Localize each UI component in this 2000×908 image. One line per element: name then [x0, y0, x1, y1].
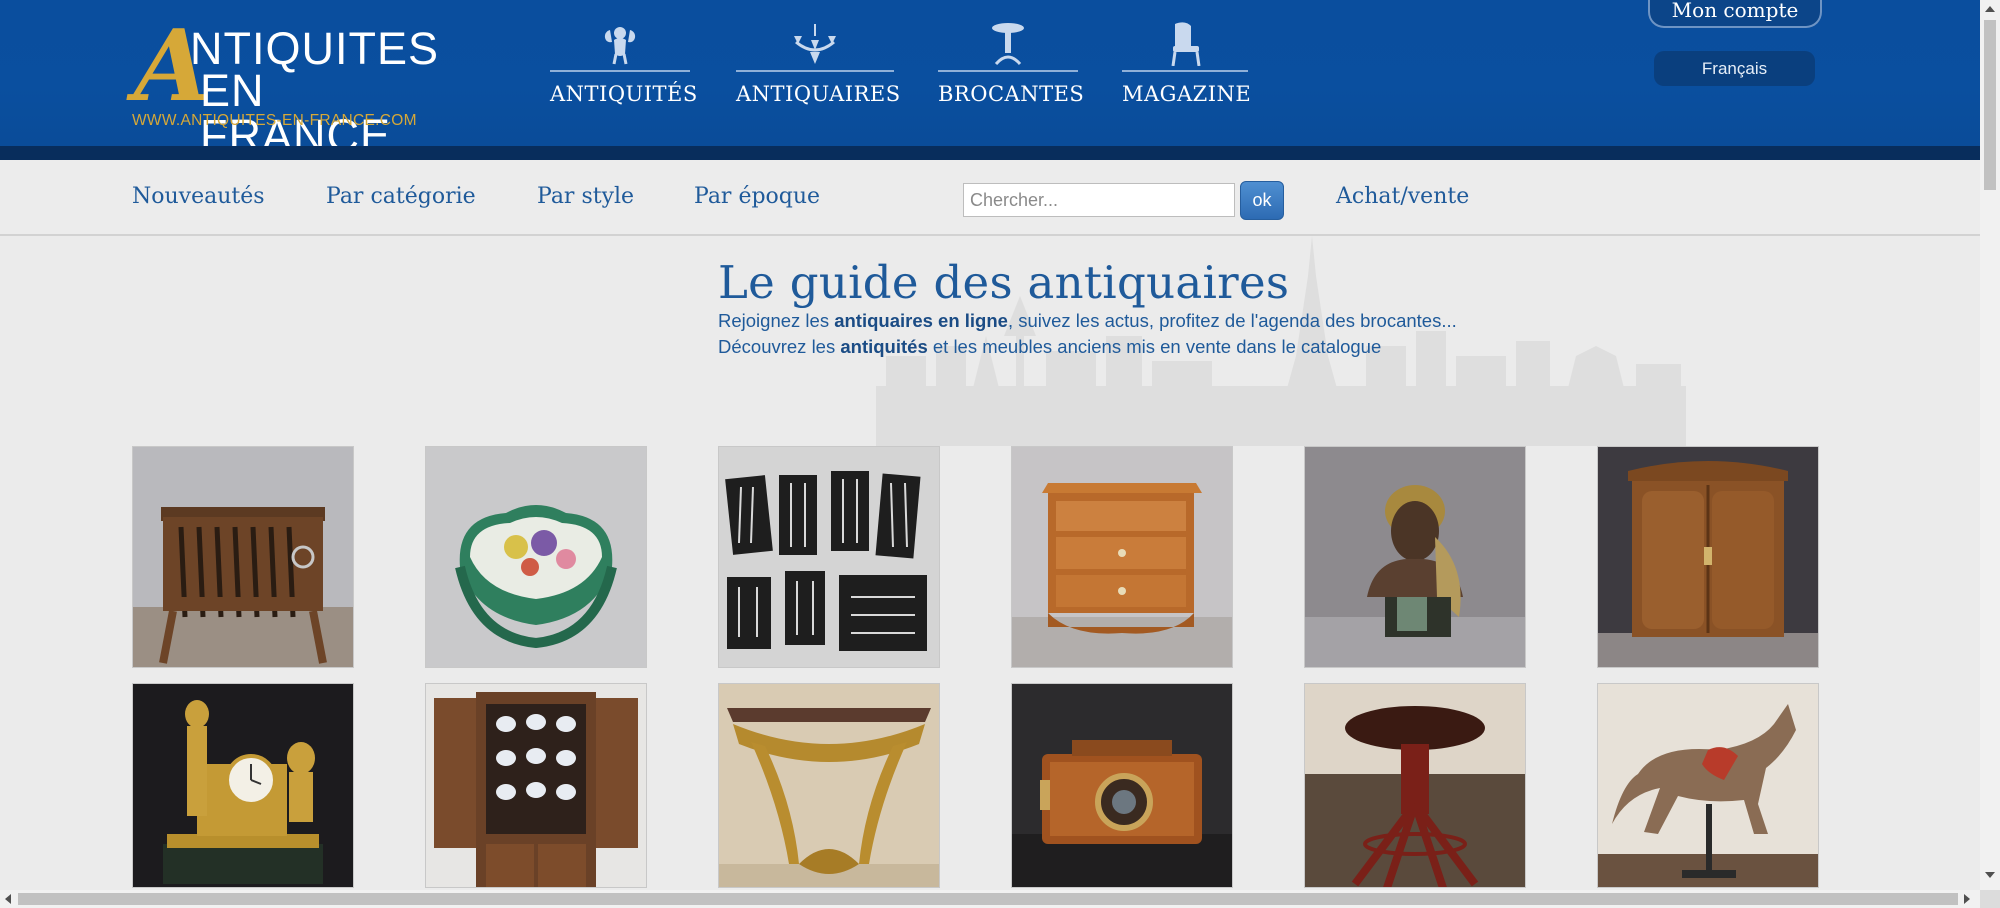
nav-divider — [550, 70, 690, 72]
product-thumbnail-gun-rack[interactable] — [132, 446, 354, 668]
product-thumbnail-camera[interactable] — [1011, 683, 1233, 888]
vertical-scroll-thumb[interactable] — [1984, 20, 1996, 190]
product-thumbnail-small-chest[interactable] — [1011, 446, 1233, 668]
product-thumbnail-console[interactable] — [718, 683, 940, 888]
bust-sculpture-image — [1305, 447, 1525, 667]
bronze-clock-image — [133, 684, 353, 887]
main-nav-label: MAGAZINE — [1122, 82, 1252, 106]
cherub-icon — [604, 27, 636, 65]
scroll-right-icon[interactable] — [1964, 894, 1970, 904]
nav-divider — [938, 70, 1078, 72]
main-nav-magazine[interactable]: MAGAZINE — [1122, 22, 1252, 112]
product-thumbnail-carousel-horse[interactable] — [1597, 683, 1819, 888]
main-nav-label: BROCANTES — [938, 82, 1085, 106]
hero-text: et les meubles anciens mis en vente dans… — [927, 336, 1382, 357]
main-nav-antiquites[interactable]: ANTIQUITÉS — [550, 22, 698, 112]
small-chest-image — [1012, 447, 1232, 667]
site-logo[interactable]: A NTIQUITES EN FRANCE WWW.ANTIQUITES-EN-… — [130, 18, 440, 159]
sub-nav-par-epoque[interactable]: Par époque — [694, 184, 820, 209]
scrollbar-corner — [1980, 890, 2000, 908]
product-thumbnail-silverware[interactable] — [718, 446, 940, 668]
language-selector[interactable]: Français — [1654, 51, 1815, 86]
dresser-cabinet-image — [426, 684, 646, 887]
porcelain-box-image — [426, 447, 646, 667]
scroll-left-icon[interactable] — [5, 894, 11, 904]
sub-nav-achat-vente[interactable]: Achat/vente — [1336, 184, 1469, 209]
hero-text: , suivez les actus, profitez de l'agenda… — [1007, 310, 1457, 331]
hero-text: Découvrez les — [718, 336, 841, 357]
page-title: Le guide des antiquaires — [718, 256, 1290, 309]
horizontal-scrollbar[interactable] — [0, 890, 1980, 908]
logo-url: WWW.ANTIQUITES-EN-FRANCE.COM — [132, 112, 417, 129]
sub-nav-par-style[interactable]: Par style — [537, 184, 634, 209]
site-header: A NTIQUITES EN FRANCE WWW.ANTIQUITES-EN-… — [0, 0, 1980, 160]
silverware-set-image — [719, 447, 939, 667]
account-button[interactable]: Mon compte — [1648, 0, 1822, 28]
main-nav-label: ANTIQUITÉS — [550, 82, 698, 106]
walnut-armoire-image — [1598, 447, 1818, 667]
main-nav-brocantes[interactable]: BROCANTES — [938, 22, 1085, 112]
product-thumbnail-armoire[interactable] — [1597, 446, 1819, 668]
gilt-console-image — [719, 684, 939, 887]
nav-divider — [736, 70, 894, 72]
scroll-up-icon[interactable] — [1985, 6, 1995, 12]
vertical-scrollbar[interactable] — [1980, 0, 2000, 890]
product-thumbnail-stool[interactable] — [1304, 683, 1526, 888]
horizontal-scroll-thumb[interactable] — [18, 893, 1958, 905]
chandelier-icon — [794, 24, 836, 64]
sub-nav-par-categorie[interactable]: Par catégorie — [326, 184, 476, 209]
hero-link-antiquaires[interactable]: antiquaires en ligne — [834, 310, 1008, 331]
scroll-down-icon[interactable] — [1985, 872, 1995, 878]
header-band — [0, 146, 1980, 160]
product-thumbnail-porcelain-box[interactable] — [425, 446, 647, 668]
nav-divider — [1122, 70, 1248, 72]
carousel-horse-image — [1598, 684, 1818, 887]
sub-nav-nouveautes[interactable]: Nouveautés — [132, 184, 265, 209]
sub-nav: Nouveautés Par catégorie Par style Par é… — [0, 160, 1980, 236]
hero-intro-line2: Découvrez les antiquités et les meubles … — [718, 336, 1381, 358]
gun-rack-image — [133, 447, 353, 667]
search-input[interactable] — [963, 183, 1235, 217]
main-nav-antiquaires[interactable]: ANTIQUAIRES — [736, 22, 901, 112]
armchair-icon — [1171, 22, 1201, 66]
pedestal-table-icon — [992, 23, 1024, 66]
piano-stool-image — [1305, 684, 1525, 887]
hero-link-antiquites[interactable]: antiquités — [840, 336, 927, 357]
search-button[interactable]: ok — [1240, 181, 1284, 220]
antique-camera-image — [1012, 684, 1232, 887]
hero-text: Rejoignez les — [718, 310, 835, 331]
product-thumbnail-cabinet[interactable] — [425, 683, 647, 888]
main-nav-label: ANTIQUAIRES — [736, 82, 901, 106]
product-thumbnail-clock[interactable] — [132, 683, 354, 888]
hero-intro-line1: Rejoignez les antiquaires en ligne, suiv… — [718, 310, 1457, 332]
product-thumbnail-bust[interactable] — [1304, 446, 1526, 668]
